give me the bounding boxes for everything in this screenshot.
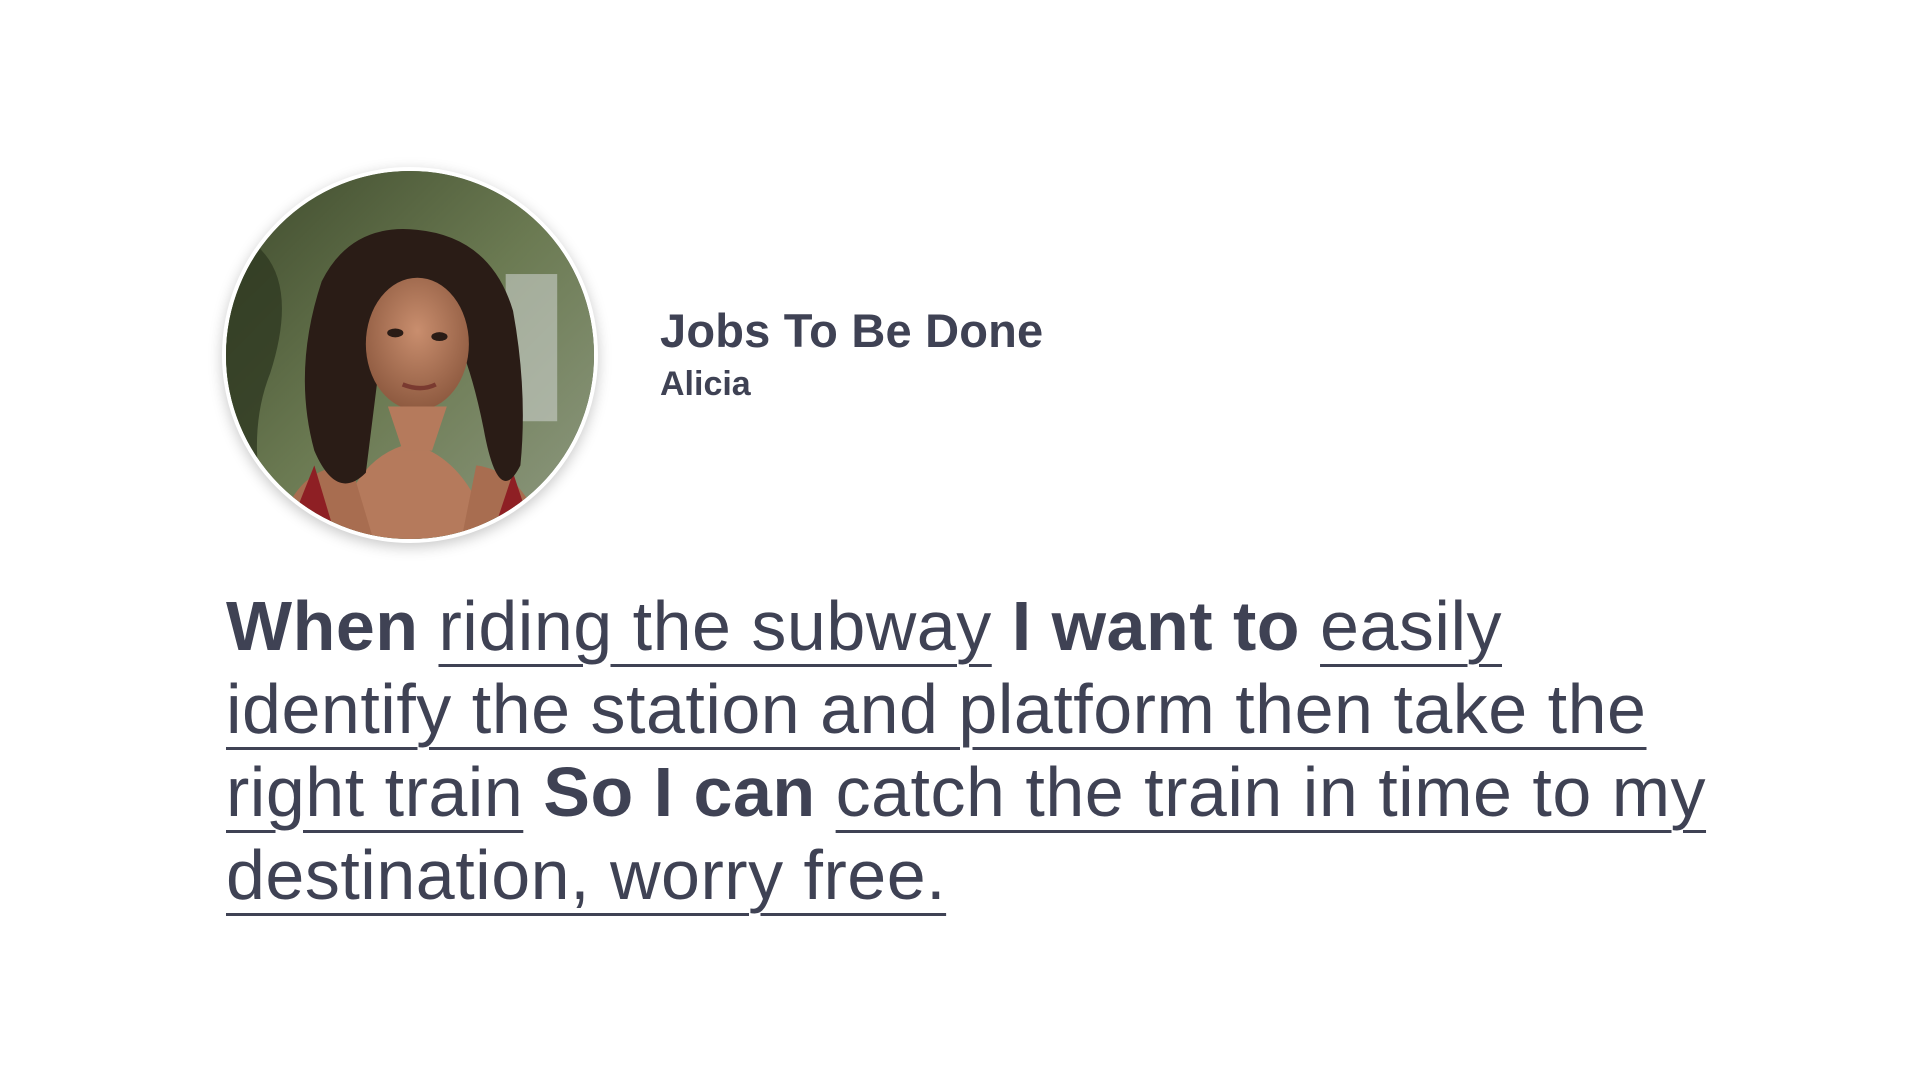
- when-text: riding the subway: [438, 587, 992, 665]
- want-keyword: I want to: [1011, 587, 1301, 665]
- avatar-photo: [226, 171, 594, 539]
- so-keyword: So I can: [543, 753, 816, 831]
- persona-header: Jobs To Be Done Alicia: [222, 167, 1043, 543]
- when-keyword: When: [226, 587, 419, 665]
- persona-titles: Jobs To Be Done Alicia: [660, 304, 1043, 406]
- avatar: [222, 167, 598, 543]
- page-title: Jobs To Be Done: [660, 303, 1044, 357]
- jtbd-statement: When riding the subway I want to easily …: [226, 585, 1746, 917]
- persona-name: Alicia: [660, 364, 751, 403]
